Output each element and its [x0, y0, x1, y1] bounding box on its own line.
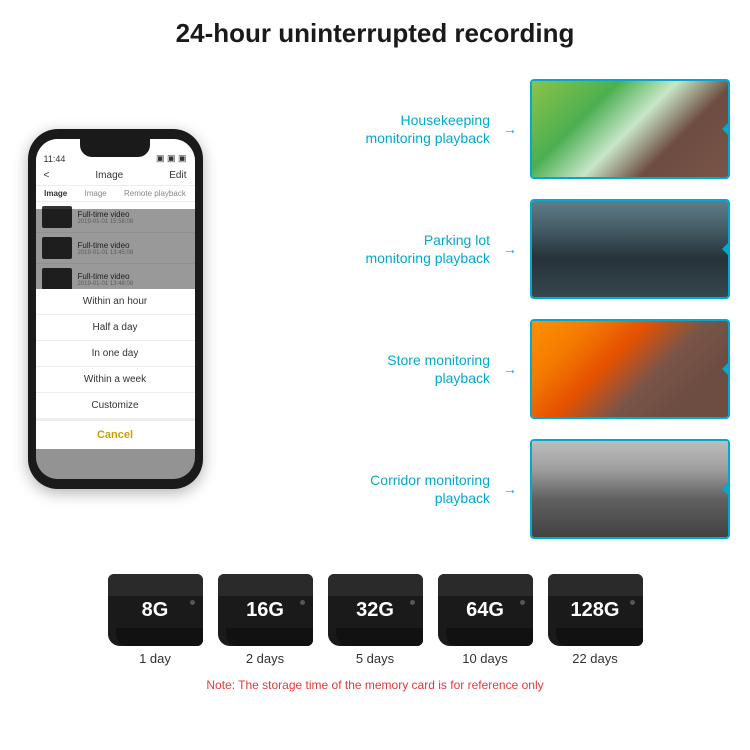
photo-arrow: [722, 121, 730, 137]
monitoring-row-corridor: Corridor monitoringplayback →: [225, 439, 730, 539]
sd-card-dot: [190, 600, 195, 605]
photo-arrow: [722, 361, 730, 377]
arrow-icon: →: [500, 121, 520, 137]
corridor-photo: [530, 439, 730, 539]
housekeeping-label: Housekeepingmonitoring playback: [225, 111, 490, 147]
sd-days-128g: 22 days: [572, 651, 618, 666]
photo-bg: [532, 201, 728, 297]
sd-days-8g: 1 day: [139, 651, 171, 666]
sd-days-32g: 5 days: [356, 651, 394, 666]
photo-arrow: [722, 481, 730, 497]
photo-arrow: [722, 241, 730, 257]
phone-tab-image2[interactable]: Image: [85, 189, 107, 198]
sd-card-item-8g: 8G 1 day: [108, 574, 203, 666]
dropdown-item-oneday[interactable]: In one day: [36, 341, 195, 367]
arrow-icon: →: [500, 481, 520, 497]
sd-card-16g: 16G: [218, 574, 313, 646]
phone-tabs: Image Image Remote playback: [36, 186, 195, 202]
phone-tab-remote[interactable]: Remote playback: [124, 189, 186, 198]
monitoring-container: Housekeepingmonitoring playback → Parkin…: [225, 59, 730, 559]
monitoring-row-housekeeping: Housekeepingmonitoring playback →: [225, 79, 730, 179]
arrow-icon: →: [500, 361, 520, 377]
sd-card-dot: [520, 600, 525, 605]
phone-nav-title: Image: [95, 170, 123, 181]
phone-mockup: 11:44 ▣ ▣ ▣ < Image Edit Image Image Rem…: [28, 129, 203, 489]
monitoring-row-store: Store monitoringplayback →: [225, 319, 730, 419]
page-header: 24-hour uninterrupted recording: [0, 0, 750, 59]
sd-cards-row: 8G 1 day 16G 2 days 32G 5 days 64G 10 da…: [108, 574, 643, 666]
note-text: Note: The storage time of the memory car…: [206, 678, 543, 692]
parking-label: Parking lotmonitoring playback: [225, 231, 490, 267]
sd-days-64g: 10 days: [462, 651, 508, 666]
sd-size-128g: 128G: [571, 599, 620, 622]
phone-container: 11:44 ▣ ▣ ▣ < Image Edit Image Image Rem…: [20, 59, 210, 559]
sd-card-32g: 32G: [328, 574, 423, 646]
sd-card-8g: 8G: [108, 574, 203, 646]
dropdown-item-hour[interactable]: Within an hour: [36, 289, 195, 315]
photo-bg: [532, 441, 728, 537]
store-photo: [530, 319, 730, 419]
sd-section: 8G 1 day 16G 2 days 32G 5 days 64G 10 da…: [0, 559, 750, 697]
sd-card-64g: 64G: [438, 574, 533, 646]
housekeeping-photo: [530, 79, 730, 179]
phone-time: 11:44: [44, 154, 66, 164]
sd-card-dot: [630, 600, 635, 605]
page-title: 24-hour uninterrupted recording: [20, 18, 730, 49]
main-content: 11:44 ▣ ▣ ▣ < Image Edit Image Image Rem…: [0, 59, 750, 559]
phone-edit[interactable]: Edit: [169, 170, 186, 181]
sd-card-dot: [300, 600, 305, 605]
store-label: Store monitoringplayback: [225, 351, 490, 387]
phone-dropdown-overlay: Within an hour Half a day In one day Wit…: [36, 209, 195, 479]
sd-card-item-32g: 32G 5 days: [328, 574, 423, 666]
sd-size-8g: 8G: [142, 599, 169, 622]
sd-card-item-16g: 16G 2 days: [218, 574, 313, 666]
sd-card-item-128g: 128G 22 days: [548, 574, 643, 666]
phone-dropdown-menu: Within an hour Half a day In one day Wit…: [36, 289, 195, 449]
phone-tab-image[interactable]: Image: [44, 189, 67, 198]
parking-photo: [530, 199, 730, 299]
dropdown-item-customize[interactable]: Customize: [36, 393, 195, 419]
phone-screen: 11:44 ▣ ▣ ▣ < Image Edit Image Image Rem…: [36, 139, 195, 479]
arrow-icon: →: [500, 241, 520, 257]
sd-card-item-64g: 64G 10 days: [438, 574, 533, 666]
sd-card-dot: [410, 600, 415, 605]
dropdown-item-halfday[interactable]: Half a day: [36, 315, 195, 341]
dropdown-item-week[interactable]: Within a week: [36, 367, 195, 393]
phone-icons: ▣ ▣ ▣: [156, 153, 187, 164]
corridor-label: Corridor monitoringplayback: [225, 471, 490, 507]
sd-size-32g: 32G: [356, 599, 394, 622]
sd-card-128g: 128G: [548, 574, 643, 646]
sd-days-16g: 2 days: [246, 651, 284, 666]
sd-size-64g: 64G: [466, 599, 504, 622]
monitoring-row-parking: Parking lotmonitoring playback →: [225, 199, 730, 299]
phone-back[interactable]: <: [44, 170, 50, 181]
phone-notch: [80, 139, 150, 157]
photo-bg: [532, 81, 728, 177]
sd-size-16g: 16G: [246, 599, 284, 622]
photo-bg: [532, 321, 728, 417]
phone-nav: < Image Edit: [36, 166, 195, 186]
dropdown-cancel-button[interactable]: Cancel: [36, 419, 195, 449]
